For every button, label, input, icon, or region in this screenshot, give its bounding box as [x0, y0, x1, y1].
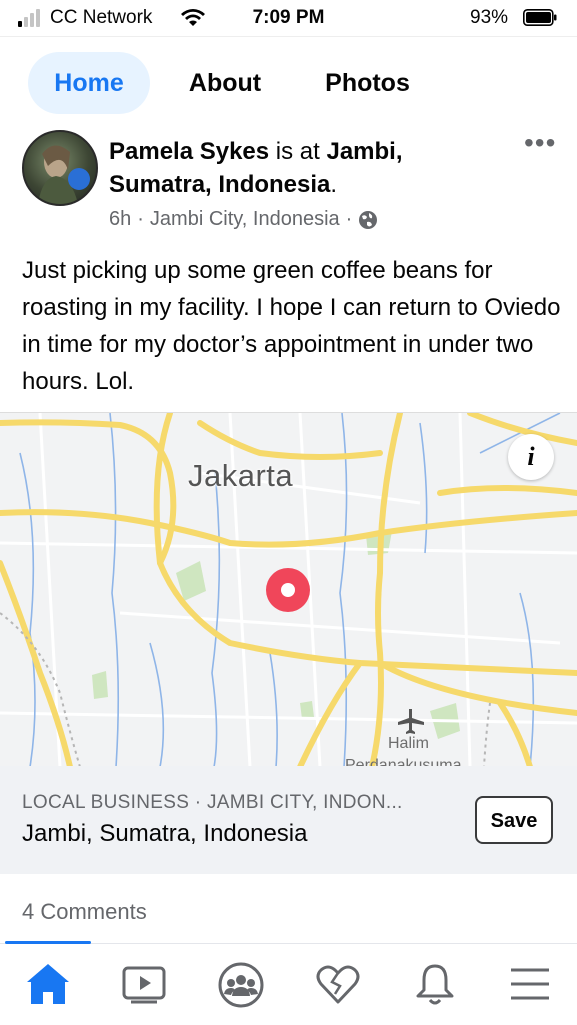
- dating-heart-icon: [316, 965, 360, 1004]
- check-in-text: is at: [275, 138, 320, 165]
- tab-photos[interactable]: Photos: [305, 52, 430, 114]
- meta-separator-2: ·: [345, 208, 353, 230]
- groups-icon: [218, 962, 264, 1008]
- post-location[interactable]: Jambi City, Indonesia: [150, 208, 340, 231]
- header-period: .: [330, 171, 338, 198]
- battery-icon: [523, 9, 557, 26]
- map-pin-icon: [266, 568, 310, 612]
- nav-notifications[interactable]: [410, 962, 460, 1010]
- post-time[interactable]: 6h: [109, 208, 131, 231]
- nav-dating[interactable]: [313, 962, 363, 1010]
- avatar-frame-badge: [68, 168, 90, 190]
- post-body-text: Just picking up some green coffee beans …: [22, 257, 561, 395]
- profile-tabs: Home About Photos: [0, 36, 577, 129]
- globe-icon: [359, 210, 378, 229]
- bell-icon: [416, 964, 454, 1005]
- save-button[interactable]: Save: [475, 796, 553, 844]
- tab-home[interactable]: Home: [28, 52, 150, 114]
- post-header: Pamela Sykes is at Jambi, Sumatra, Indon…: [109, 135, 509, 201]
- status-bar: CC Network 7:09 PM 93%: [0, 0, 577, 36]
- airport-icon: [398, 709, 424, 734]
- video-icon: [122, 966, 166, 1004]
- avatar[interactable]: [22, 130, 98, 206]
- active-tab-indicator: [5, 941, 91, 944]
- map-airport-label: Halim: [388, 735, 429, 752]
- map-info-icon[interactable]: i: [508, 434, 554, 480]
- menu-icon: [511, 968, 549, 1000]
- place-category: LOCAL BUSINESS · JAMBI CITY, INDON...: [22, 792, 403, 813]
- home-icon: [27, 964, 69, 1004]
- place-card[interactable]: LOCAL BUSINESS · JAMBI CITY, INDON... Ja…: [0, 766, 577, 874]
- post-meta: 6h · Jambi City, Indonesia ·: [109, 208, 378, 231]
- more-options-icon[interactable]: •••: [524, 129, 556, 157]
- map-preview[interactable]: Jakarta Halim Perdanakusuma i: [0, 412, 577, 767]
- comments-count[interactable]: 4 Comments: [22, 899, 147, 925]
- place-name: Jambi, Sumatra, Indonesia: [22, 820, 308, 847]
- nav-menu[interactable]: [505, 962, 555, 1010]
- tab-about[interactable]: About: [170, 52, 280, 114]
- nav-video[interactable]: [119, 962, 169, 1010]
- author-name[interactable]: Pamela Sykes: [109, 138, 269, 165]
- nav-home[interactable]: [23, 962, 73, 1010]
- battery-percentage: 93%: [470, 7, 509, 28]
- avatar-photo: [38, 145, 78, 204]
- bottom-navigation: [0, 941, 577, 1025]
- map-city-label: Jakarta: [188, 458, 294, 493]
- meta-separator: ·: [137, 208, 144, 230]
- nav-groups[interactable]: [216, 962, 266, 1010]
